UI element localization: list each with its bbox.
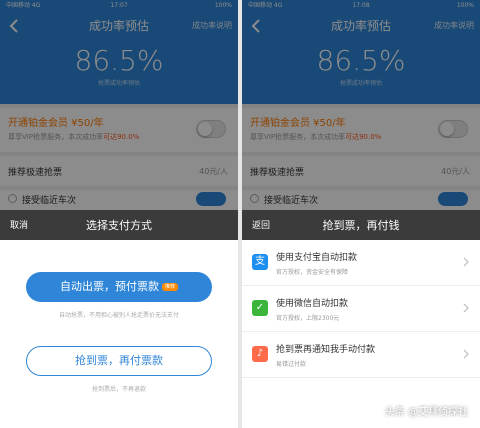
pay-later-button[interactable]: 抢到票，再付票款 — [26, 346, 212, 376]
chevron-right-icon — [463, 257, 469, 267]
option-alipay[interactable]: 支 使用支付宝自动扣款 官方授权，资金安全有保障 — [242, 240, 480, 286]
auto-issue-label: 自动出票，预付票款 — [59, 280, 159, 293]
option-desc: 官方授权，上限2300元 — [276, 315, 340, 322]
pay-method-sheet: 支 使用支付宝自动扣款 官方授权，资金安全有保障 ✓ 使用微信自动扣款 官方授权… — [242, 240, 480, 428]
option-title: 使用支付宝自动扣款 — [276, 253, 358, 263]
sheet-header: 取消 选择支付方式 — [0, 210, 238, 240]
phone-screen-right: 中国移动 4G 17:08 100% 成功率预估 成功率说明 86.5% 抢票成… — [242, 0, 480, 428]
auto-issue-button[interactable]: 自动出票，预付票款 推荐 — [26, 272, 212, 302]
option-notify[interactable]: ♪ 抢到票再通知我手动付款 易错过付款 — [242, 332, 480, 378]
option-wechat[interactable]: ✓ 使用微信自动扣款 官方授权，上限2300元 — [242, 286, 480, 332]
chevron-right-icon — [463, 349, 469, 359]
sheet-title: 抢到票，再付钱 — [322, 219, 400, 232]
option-desc: 易错过付款 — [276, 361, 307, 368]
pay-later-hint: 抢到票后，不再退款 — [91, 386, 146, 393]
sheet-title: 选择支付方式 — [86, 219, 152, 232]
chevron-right-icon — [463, 303, 469, 313]
auto-issue-hint: 自动抢票，不用担心被别人抢走票价无法支付 — [58, 312, 179, 319]
recommend-badge: 推荐 — [161, 283, 178, 291]
option-title: 抢到票再通知我手动付款 — [276, 345, 376, 355]
phone-screen-left: 中国移动 4G 17:07 100% 成功率预估 成功率说明 86.5% 抢票成… — [0, 0, 238, 428]
bell-icon: ♪ — [252, 346, 268, 362]
option-title: 使用微信自动扣款 — [276, 299, 349, 309]
payment-sheet: 自动出票，预付票款 推荐 自动抢票，不用担心被别人抢走票价无法支付 抢到票，再付票… — [0, 240, 238, 428]
sheet-header: 返回 抢到票，再付钱 — [242, 210, 480, 240]
alipay-icon: 支 — [252, 254, 268, 270]
option-desc: 官方授权，资金安全有保障 — [276, 269, 349, 276]
watermark: 头条 @艾拜侦探社 — [384, 407, 468, 418]
wechat-icon: ✓ — [252, 300, 268, 316]
